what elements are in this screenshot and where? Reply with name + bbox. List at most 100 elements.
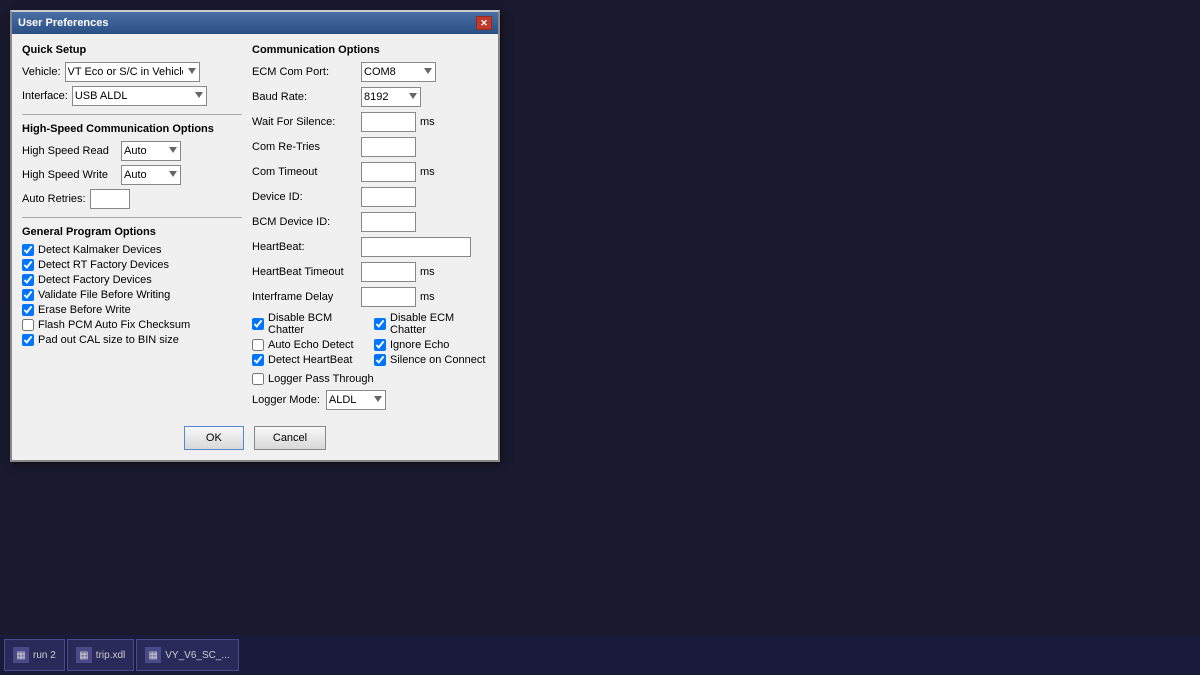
ecm-com-label: ECM Com Port: [252,66,357,78]
logger-mode-select[interactable]: ALDL [326,390,386,410]
disable-ecm-label: Disable ECM Chatter [390,312,488,336]
general-title: General Program Options [22,226,242,238]
interframe-label: Interframe Delay [252,291,357,303]
chk-rt-factory-row: Detect RT Factory Devices [22,259,242,271]
bottom-buttons: OK Cancel [22,426,488,450]
taskbar-item-trip-label: trip.xdl [96,650,125,661]
left-panel: Quick Setup Vehicle: VT Eco or S/C in Ve… [22,44,242,418]
detect-rt-factory-label: Detect RT Factory Devices [38,259,169,271]
checkbox-col-right: Disable ECM Chatter Ignore Echo Silence … [374,312,488,369]
heartbeat-timeout-label: HeartBeat Timeout [252,266,357,278]
high-speed-write-select[interactable]: Auto [121,165,181,185]
run2-icon: ▦ [13,647,29,663]
interframe-input[interactable]: 4 [361,287,416,307]
bcm-device-label: BCM Device ID: [252,216,357,228]
vehicle-select[interactable]: VT Eco or S/C in Vehicle [65,62,200,82]
bcm-device-row: BCM Device ID: F1 [252,212,488,232]
high-speed-title: High-Speed Communication Options [22,123,242,135]
interframe-unit: ms [420,291,435,303]
device-id-input[interactable]: F5 [361,187,416,207]
heartbeat-input[interactable]: 0x08,0x55,0xA3 [361,237,471,257]
chk-pad-row: Pad out CAL size to BIN size [22,334,242,346]
comm-options-title: Communication Options [252,44,488,56]
pad-cal-checkbox[interactable] [22,334,34,346]
close-button[interactable]: ✕ [476,16,492,30]
high-speed-write-row: High Speed Write Auto [22,165,242,185]
com-timeout-input[interactable]: 300 [361,162,416,182]
high-speed-read-select[interactable]: Auto [121,141,181,161]
silence-connect-checkbox[interactable] [374,354,386,366]
chk-factory-row: Detect Factory Devices [22,274,242,286]
detect-rt-factory-checkbox[interactable] [22,259,34,271]
taskbar: ▦ run 2 ▦ trip.xdl ▦ VY_V6_SC_... [0,635,1200,675]
interframe-row: Interframe Delay 4 ms [252,287,488,307]
heartbeat-row: HeartBeat: 0x08,0x55,0xA3 [252,237,488,257]
detect-kalmaker-checkbox[interactable] [22,244,34,256]
ignore-echo-label: Ignore Echo [390,339,449,351]
flash-pcm-checkbox[interactable] [22,319,34,331]
disable-ecm-checkbox[interactable] [374,318,386,330]
taskbar-item-run2[interactable]: ▦ run 2 [4,639,65,671]
heartbeat-timeout-unit: ms [420,266,435,278]
erase-before-write-checkbox[interactable] [22,304,34,316]
validate-file-checkbox[interactable] [22,289,34,301]
silence-connect-label: Silence on Connect [390,354,485,366]
detect-hb-row: Detect HeartBeat [252,354,366,366]
interface-row: Interface: USB ALDL [22,86,242,106]
erase-before-write-label: Erase Before Write [38,304,131,316]
com-retries-row: Com Re-Tries 10 [252,137,488,157]
chk-erase-row: Erase Before Write [22,304,242,316]
cancel-button[interactable]: Cancel [254,426,326,450]
user-preferences-dialog: User Preferences ✕ Quick Setup Vehicle: … [10,10,500,462]
bcm-device-input[interactable]: F1 [361,212,416,232]
chk-validate-row: Validate File Before Writing [22,289,242,301]
baud-rate-select[interactable]: 8192 [361,87,421,107]
auto-echo-checkbox[interactable] [252,339,264,351]
ecm-com-select[interactable]: COM8 [361,62,436,82]
disable-ecm-row: Disable ECM Chatter [374,312,488,336]
logger-pass-label: Logger Pass Through [268,373,374,385]
logger-mode-row: Logger Mode: ALDL [252,390,488,410]
baud-rate-row: Baud Rate: 8192 [252,87,488,107]
right-panel: Communication Options ECM Com Port: COM8… [252,44,488,418]
wait-silence-input[interactable]: 25 [361,112,416,132]
interface-label: Interface: [22,90,68,102]
auto-retries-input[interactable]: 5 [90,189,130,209]
taskbar-item-vy-v6[interactable]: ▦ VY_V6_SC_... [136,639,238,671]
auto-retries-label: Auto Retries: [22,193,86,205]
validate-file-label: Validate File Before Writing [38,289,170,301]
heartbeat-label: HeartBeat: [252,241,357,253]
chk-flash-pcm-row: Flash PCM Auto Fix Checksum [22,319,242,331]
interface-select[interactable]: USB ALDL [72,86,207,106]
high-speed-read-row: High Speed Read Auto [22,141,242,161]
dialog-titlebar: User Preferences ✕ [12,12,498,34]
ecm-com-row: ECM Com Port: COM8 [252,62,488,82]
heartbeat-timeout-input[interactable]: 2000 [361,262,416,282]
dialog-content: Quick Setup Vehicle: VT Eco or S/C in Ve… [12,34,498,460]
vehicle-label: Vehicle: [22,66,61,78]
checkbox-col-left: Disable BCM Chatter Auto Echo Detect Det… [252,312,366,369]
device-id-row: Device ID: F5 [252,187,488,207]
baud-rate-label: Baud Rate: [252,91,357,103]
wait-silence-unit: ms [420,116,435,128]
logger-pass-row: Logger Pass Through [252,373,488,385]
flash-pcm-label: Flash PCM Auto Fix Checksum [38,319,190,331]
logger-mode-label: Logger Mode: [252,394,320,406]
silence-connect-row: Silence on Connect [374,354,488,366]
vehicle-row: Vehicle: VT Eco or S/C in Vehicle [22,62,242,82]
disable-bcm-checkbox[interactable] [252,318,264,330]
high-speed-read-label: High Speed Read [22,145,117,157]
detect-factory-label: Detect Factory Devices [38,274,152,286]
auto-echo-row: Auto Echo Detect [252,339,366,351]
ignore-echo-checkbox[interactable] [374,339,386,351]
logger-pass-checkbox[interactable] [252,373,264,385]
detect-heartbeat-checkbox[interactable] [252,354,264,366]
device-id-label: Device ID: [252,191,357,203]
taskbar-item-trip[interactable]: ▦ trip.xdl [67,639,134,671]
ok-button[interactable]: OK [184,426,244,450]
detect-factory-checkbox[interactable] [22,274,34,286]
chk-kalmaker-row: Detect Kalmaker Devices [22,244,242,256]
com-timeout-unit: ms [420,166,435,178]
com-retries-input[interactable]: 10 [361,137,416,157]
high-speed-write-label: High Speed Write [22,169,117,181]
